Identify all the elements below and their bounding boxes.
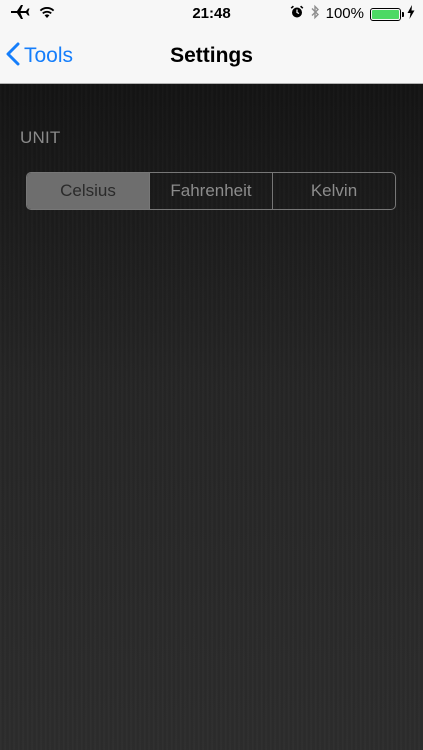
back-button-label: Tools — [24, 44, 74, 67]
bluetooth-icon — [310, 4, 320, 25]
segment-kelvin[interactable]: Kelvin — [272, 173, 395, 209]
segment-fahrenheit[interactable]: Fahrenheit — [149, 173, 272, 209]
unit-section-header: UNIT — [20, 128, 61, 147]
battery-icon — [370, 7, 404, 21]
settings-content: UNIT Celsius Fahrenheit Kelvin — [0, 84, 423, 750]
battery-percentage: 100% — [325, 5, 364, 22]
back-button[interactable]: Tools — [6, 28, 73, 84]
navigation-bar: Tools Settings — [0, 28, 423, 84]
status-bar: 21:48 100% — [0, 0, 423, 28]
alarm-icon — [290, 5, 304, 24]
battery-level-fill — [372, 9, 399, 19]
unit-segmented-control: Celsius Fahrenheit Kelvin — [26, 172, 396, 210]
chevron-left-icon — [6, 42, 20, 71]
charging-bolt-icon — [407, 4, 415, 24]
segment-celsius[interactable]: Celsius — [27, 173, 149, 209]
status-right-group: 100% — [290, 4, 415, 24]
